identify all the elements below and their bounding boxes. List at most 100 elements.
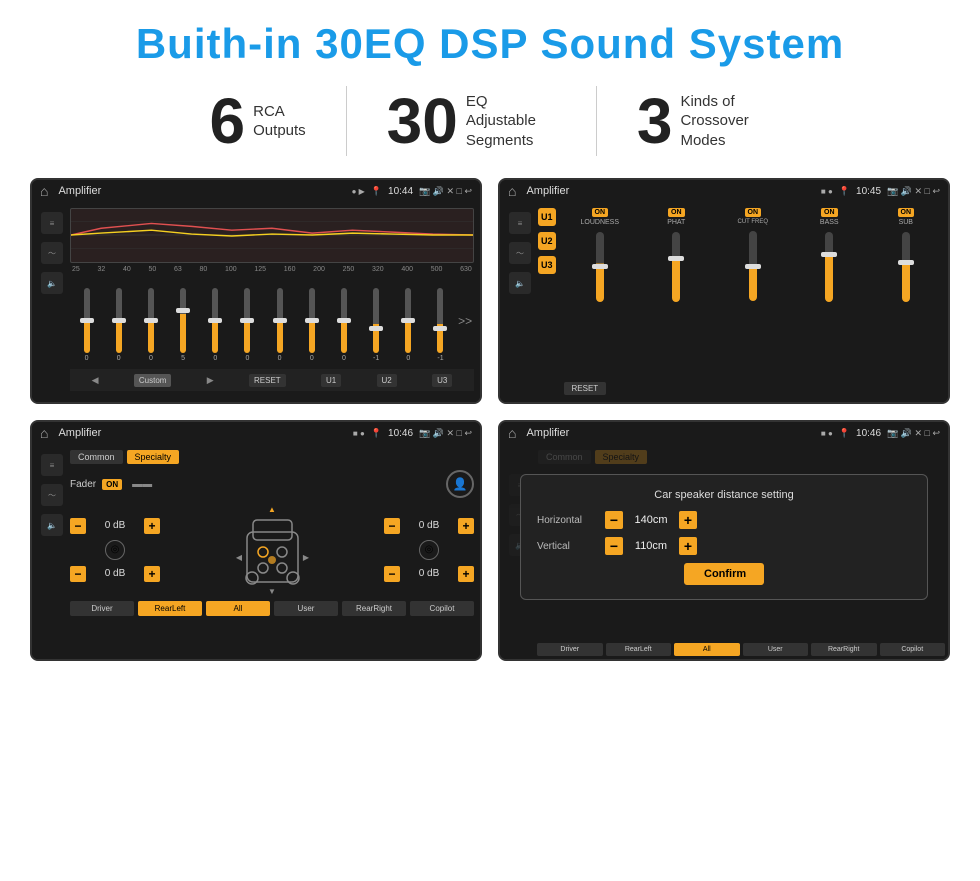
- eq-prev-icon[interactable]: ◀: [92, 375, 99, 386]
- dist-btn-rearright[interactable]: RearRight: [811, 643, 877, 656]
- fader-db-val-2: 0 dB: [90, 568, 140, 579]
- eq-slider-9[interactable]: 0: [329, 288, 358, 362]
- main-title: Buith-in 30EQ DSP Sound System: [30, 20, 950, 68]
- dist-btn-driver[interactable]: Driver: [537, 643, 603, 656]
- distance-dialog: Car speaker distance setting Horizontal …: [520, 474, 928, 600]
- fader-app-name: Amplifier: [58, 427, 346, 439]
- cross-wave-icon[interactable]: 〜: [509, 242, 531, 264]
- cross-loudness-slider[interactable]: [596, 232, 604, 302]
- cross-phat-on[interactable]: ON: [668, 208, 685, 217]
- fader-tab-specialty[interactable]: Specialty: [127, 450, 180, 464]
- cross-eq-icon[interactable]: ≡: [509, 212, 531, 234]
- eq-slider-6[interactable]: 0: [233, 288, 262, 362]
- fader-profile-icon[interactable]: 👤: [446, 470, 474, 498]
- cross-u1-btn[interactable]: U1: [538, 208, 556, 226]
- eq-slider-4[interactable]: 5: [169, 288, 198, 362]
- fader-plus-3[interactable]: +: [458, 518, 474, 534]
- cross-sub-on[interactable]: ON: [898, 208, 915, 217]
- eq-freq-labels: 253240 506380 100125160 200250320 400500…: [70, 266, 474, 273]
- fader-btn-copilot[interactable]: Copilot: [410, 601, 474, 616]
- eq-custom-btn[interactable]: Custom: [134, 374, 172, 387]
- dist-horizontal-plus[interactable]: +: [679, 511, 697, 529]
- dist-btn-user[interactable]: User: [743, 643, 809, 656]
- cross-u3-btn[interactable]: U3: [538, 256, 556, 274]
- cross-cutfreq-on[interactable]: ON: [745, 208, 762, 217]
- stat-eq: 30 EQ AdjustableSegments: [347, 89, 596, 153]
- fader-content: Common Specialty Fader ON ▬▬ 👤 − 0: [70, 450, 474, 653]
- cross-sub-slider[interactable]: [902, 232, 910, 302]
- eq-curve-svg: [71, 209, 473, 262]
- dist-status-bar: ⌂ Amplifier ■ ● 📍 10:46 📷 🔊 ✕ □ ↩: [500, 422, 948, 444]
- fader-minus-3[interactable]: −: [384, 518, 400, 534]
- fader-plus-2[interactable]: +: [144, 566, 160, 582]
- fader-slider-h[interactable]: ▬▬: [132, 479, 152, 490]
- eq-slider-2[interactable]: 0: [104, 288, 133, 362]
- eq-slider-5[interactable]: 0: [201, 288, 230, 362]
- eq-app-name: Amplifier: [58, 185, 345, 197]
- svg-text:▶: ▶: [302, 553, 309, 562]
- dist-vertical-plus[interactable]: +: [679, 537, 697, 555]
- cross-speaker-icon[interactable]: 🔈: [509, 272, 531, 294]
- fader-status-icons: 📷 🔊 ✕ □ ↩: [419, 428, 472, 439]
- fader-btn-rearleft[interactable]: RearLeft: [138, 601, 202, 616]
- eq-status-bar: ⌂ Amplifier ● ▶ 📍 10:44 📷 🔊 ✕ □ ↩: [32, 180, 480, 202]
- fader-db-val-1: 0 dB: [90, 520, 140, 531]
- cross-reset-btn[interactable]: RESET: [564, 382, 607, 395]
- page-container: Buith-in 30EQ DSP Sound System 6 RCAOutp…: [0, 0, 980, 681]
- eq-sidebar-eq-icon[interactable]: ≡: [41, 212, 63, 234]
- confirm-button[interactable]: Confirm: [684, 563, 764, 585]
- eq-slider-11[interactable]: 0: [394, 288, 423, 362]
- fader-speaker-row-left: ◎: [70, 540, 160, 560]
- fader-speaker-left-icon: ◎: [105, 540, 125, 560]
- fader-db-val-3: 0 dB: [404, 520, 454, 531]
- eq-slider-8[interactable]: 0: [297, 288, 326, 362]
- cross-reset-row: RESET: [564, 374, 942, 396]
- dist-btn-rearleft[interactable]: RearLeft: [606, 643, 672, 656]
- dist-btn-all[interactable]: All: [674, 643, 740, 656]
- cross-status-icons: 📷 🔊 ✕ □ ↩: [887, 186, 940, 197]
- fader-tab-common[interactable]: Common: [70, 450, 123, 464]
- fader-plus-1[interactable]: +: [144, 518, 160, 534]
- eq-more-icon[interactable]: >>: [458, 314, 472, 328]
- fader-minus-1[interactable]: −: [70, 518, 86, 534]
- cross-sub: ON SUB: [870, 208, 943, 302]
- eq-u2-btn[interactable]: U2: [377, 374, 397, 387]
- cross-u2-btn[interactable]: U2: [538, 232, 556, 250]
- eq-sidebar-speaker-icon[interactable]: 🔈: [41, 272, 63, 294]
- fader-btn-rearright[interactable]: RearRight: [342, 601, 406, 616]
- eq-next-icon[interactable]: ▶: [207, 375, 214, 386]
- eq-slider-10[interactable]: -1: [362, 288, 391, 362]
- eq-slider-1[interactable]: 0: [72, 288, 101, 362]
- fader-btn-driver[interactable]: Driver: [70, 601, 134, 616]
- fader-minus-2[interactable]: −: [70, 566, 86, 582]
- cross-loudness-on[interactable]: ON: [592, 208, 609, 217]
- cross-cutfreq-slider[interactable]: [749, 231, 757, 301]
- fader-btn-user[interactable]: User: [274, 601, 338, 616]
- fader-btn-all[interactable]: All: [206, 601, 270, 616]
- dist-vertical-minus[interactable]: −: [605, 537, 623, 555]
- eq-reset-btn[interactable]: RESET: [249, 374, 286, 387]
- cross-bass-on[interactable]: ON: [821, 208, 838, 217]
- fader-minus-4[interactable]: −: [384, 566, 400, 582]
- eq-u1-btn[interactable]: U1: [321, 374, 341, 387]
- cross-phat-slider[interactable]: [672, 232, 680, 302]
- eq-u3-btn[interactable]: U3: [432, 374, 452, 387]
- crossover-screen-wrapper: ⌂ Amplifier ■ ● 📍 10:45 📷 🔊 ✕ □ ↩ ≡ 〜 🔈 …: [498, 178, 950, 404]
- eq-slider-3[interactable]: 0: [136, 288, 165, 362]
- fader-speaker-icon[interactable]: 🔈: [41, 514, 63, 536]
- fader-plus-4[interactable]: +: [458, 566, 474, 582]
- eq-sidebar-wave-icon[interactable]: 〜: [41, 242, 63, 264]
- eq-slider-12[interactable]: -1: [426, 288, 455, 362]
- dist-horizontal-minus[interactable]: −: [605, 511, 623, 529]
- eq-slider-7[interactable]: 0: [265, 288, 294, 362]
- dist-dialog-title: Car speaker distance setting: [537, 489, 911, 501]
- fader-eq-icon[interactable]: ≡: [41, 454, 63, 476]
- fader-wave-icon[interactable]: 〜: [41, 484, 63, 506]
- eq-screen-wrapper: ⌂ Amplifier ● ▶ 📍 10:44 📷 🔊 ✕ □ ↩ ≡ 〜 🔈: [30, 178, 482, 404]
- cross-bass-slider[interactable]: [825, 232, 833, 302]
- cross-cutfreq: ON CUT FREQ: [717, 208, 790, 302]
- fader-header: Fader ON ▬▬ 👤: [70, 470, 474, 498]
- dist-vertical-row: Vertical − 110cm +: [537, 537, 911, 555]
- dist-btn-copilot[interactable]: Copilot: [880, 643, 946, 656]
- cross-channels-area: ON LOUDNESS ON PHAT ON CUT FREQ: [564, 208, 942, 396]
